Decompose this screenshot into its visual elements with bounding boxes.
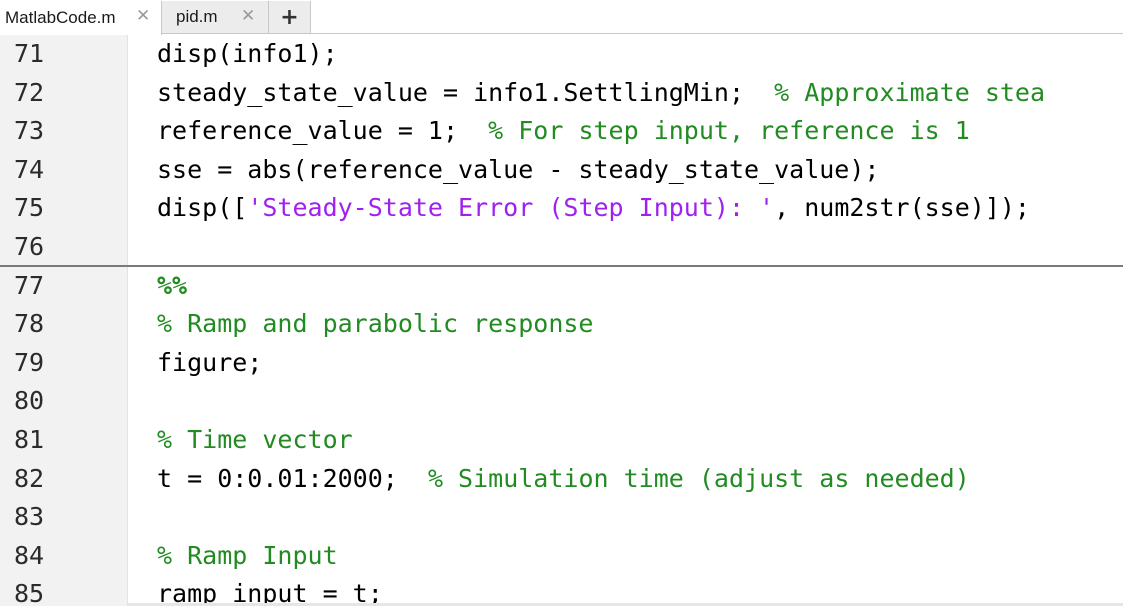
- code-string: 'Steady-State Error (Step Input): ': [247, 193, 775, 223]
- code-text: disp(['Steady-State Error (Step Input): …: [157, 193, 1030, 223]
- code-comment: % Ramp and parabolic response: [157, 309, 594, 339]
- code-text: ramp_input = t;: [157, 579, 383, 606]
- close-icon[interactable]: ✕: [136, 6, 150, 26]
- code-token: reference_value = 1;: [157, 116, 489, 146]
- code-text: sse = abs(reference_value - steady_state…: [157, 155, 879, 185]
- code-comment: % Time vector: [157, 425, 353, 454]
- line-number: 76: [14, 232, 45, 261]
- section-marker: %%: [157, 270, 188, 300]
- code-token: , num2str(sse)]);: [774, 193, 1030, 223]
- line-number: 82: [14, 463, 45, 493]
- code-text: % Ramp and parabolic response: [157, 309, 594, 339]
- code-line[interactable]: 77%%: [0, 267, 1123, 306]
- tab-label: pid.m: [176, 7, 218, 26]
- plus-icon: +: [280, 4, 299, 30]
- tab-pid[interactable]: pid.m ✕: [162, 1, 269, 34]
- line-number: 74: [14, 154, 45, 184]
- tab-matlabcode[interactable]: MatlabCode.m ✕: [0, 1, 162, 35]
- code-token: ramp_input = t;: [157, 579, 383, 606]
- code-comment: % For step input, reference is 1: [488, 116, 970, 146]
- line-number: 79: [14, 347, 45, 377]
- line-number: 78: [14, 309, 45, 339]
- line-number: 73: [14, 116, 45, 146]
- code-editor[interactable]: 71 disp(info1); 72 steady_state_value = inf…: [0, 34, 1123, 606]
- code-line[interactable]: 84 % Ramp Input: [0, 537, 1123, 576]
- line-number: 81: [14, 425, 45, 454]
- code-text: % Time vector: [157, 425, 353, 455]
- code-line[interactable]: 82 t = 0:0.01:2000; % Simulation time (ad…: [0, 460, 1123, 499]
- code-line[interactable]: 72 steady_state_value = info1.SettlingMin…: [0, 74, 1123, 113]
- code-token: disp(info1);: [157, 39, 338, 68]
- line-number: 75: [14, 193, 45, 223]
- close-icon[interactable]: ✕: [241, 6, 255, 26]
- code-line[interactable]: 73 reference_value = 1; % For step input,…: [0, 112, 1123, 151]
- code-token: sse = abs(reference_value - steady_state…: [157, 154, 880, 184]
- line-number: 83: [14, 502, 45, 532]
- code-comment: % Simulation time (adjust as needed): [427, 463, 970, 493]
- code-line[interactable]: 85 ramp_input = t;: [0, 575, 1123, 606]
- line-number: 80: [14, 386, 45, 416]
- code-comment: % Ramp Input: [157, 540, 338, 570]
- code-text: figure;: [157, 348, 262, 378]
- code-text: % Ramp Input: [157, 541, 338, 571]
- add-tab-button[interactable]: +: [269, 1, 311, 33]
- code-line[interactable]: 81 % Time vector: [0, 421, 1123, 460]
- code-line[interactable]: 83: [0, 498, 1123, 537]
- code-text: t = 0:0.01:2000; % Simulation time (adju…: [157, 464, 970, 494]
- matlab-editor-window: MatlabCode.m ✕ pid.m ✕ + 71 disp(info1); 7…: [0, 0, 1123, 606]
- code-line[interactable]: 78 % Ramp and parabolic response: [0, 305, 1123, 344]
- code-token: t = 0:0.01:2000;: [157, 463, 428, 493]
- line-number: 85: [14, 579, 45, 606]
- code-text: %%: [157, 271, 187, 301]
- tab-label: MatlabCode.m: [5, 8, 116, 27]
- editor-tab-bar: MatlabCode.m ✕ pid.m ✕ +: [0, 0, 1123, 35]
- line-number: 84: [14, 540, 45, 570]
- line-number: 77: [14, 270, 45, 300]
- line-number: 71: [14, 39, 45, 68]
- code-line[interactable]: 75 disp(['Steady-State Error (Step Input)…: [0, 189, 1123, 228]
- code-text: disp(info1);: [157, 39, 338, 69]
- line-number: 72: [14, 77, 45, 107]
- code-line[interactable]: 80: [0, 382, 1123, 421]
- code-comment: % Approximate stea: [774, 77, 1046, 107]
- code-text: steady_state_value = info1.SettlingMin; …: [157, 78, 1045, 108]
- code-line[interactable]: 76: [0, 228, 1123, 267]
- code-token: steady_state_value = info1.SettlingMin;: [157, 77, 775, 107]
- code-token: disp([: [157, 193, 248, 223]
- code-section-divider: [0, 264, 1123, 267]
- code-line[interactable]: 79 figure;: [0, 344, 1123, 383]
- code-line[interactable]: 71 disp(info1);: [0, 35, 1123, 74]
- code-token: figure;: [157, 347, 263, 377]
- code-text: reference_value = 1; % For step input, r…: [157, 116, 970, 146]
- code-line[interactable]: 74 sse = abs(reference_value - steady_sta…: [0, 151, 1123, 190]
